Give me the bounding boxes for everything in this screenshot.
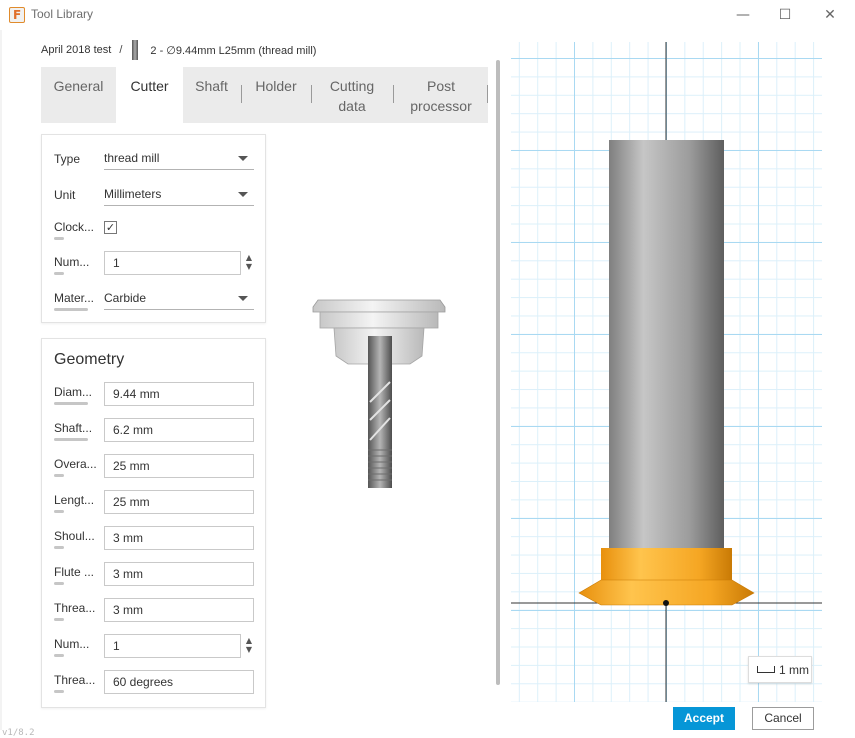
stepper-arrows-icon[interactable]: ▲ ▼ xyxy=(243,636,255,658)
chevron-down-icon xyxy=(238,192,248,197)
overall-length-label: Overa... xyxy=(54,457,97,477)
diameter-label: Diam... xyxy=(54,385,92,405)
thread-pitch-label: Threa... xyxy=(54,601,95,621)
chevron-down-icon xyxy=(238,156,248,161)
tab-divider xyxy=(487,85,488,103)
number-of-teeth-input[interactable]: 1 xyxy=(104,634,241,658)
accept-button[interactable]: Accept xyxy=(673,707,735,730)
shaft-diameter-label: Shaft... xyxy=(54,421,92,441)
length-below-holder-label: Lengt... xyxy=(54,493,94,513)
unit-value: Millimeters xyxy=(104,187,162,201)
clockwise-label: Clock... xyxy=(54,220,94,240)
thread-mill-icon xyxy=(132,40,139,60)
stepper-arrows-icon[interactable]: ▲ ▼ xyxy=(243,253,255,275)
shoulder-length-input[interactable]: 3 mm xyxy=(104,526,254,550)
title-bar: F Tool Library — ☐ ✕ xyxy=(0,0,855,30)
material-value: Carbide xyxy=(104,291,147,305)
shaft-diameter-input[interactable]: 6.2 mm xyxy=(104,418,254,442)
flute-length-input[interactable]: 3 mm xyxy=(104,562,254,586)
number-of-teeth-label: Num... xyxy=(54,637,89,657)
number-of-flutes-input[interactable]: 1 xyxy=(104,251,241,275)
shoulder-length-label: Shoul... xyxy=(54,529,95,549)
tab-holder[interactable]: Holder xyxy=(242,67,310,123)
flute-length-label: Flute ... xyxy=(54,565,94,585)
thread-profile-angle-input[interactable]: 60 degrees xyxy=(104,670,254,694)
tab-shaft[interactable]: Shaft xyxy=(183,67,240,123)
tool-3d-viewport[interactable] xyxy=(511,42,822,702)
geometry-title: Geometry xyxy=(54,351,125,368)
scale-ruler-icon xyxy=(757,666,775,673)
thread-profile-angle-label: Threa... xyxy=(54,673,95,693)
close-icon[interactable]: ✕ xyxy=(815,4,845,26)
tab-general[interactable]: General xyxy=(41,67,116,123)
minimize-icon[interactable]: — xyxy=(728,4,758,26)
type-dropdown[interactable]: thread mill xyxy=(104,148,254,170)
cutter-panel: Type thread mill Unit Millimeters Clock.… xyxy=(41,134,266,323)
length-below-holder-input[interactable]: 25 mm xyxy=(104,490,254,514)
tool-preview-image xyxy=(300,290,460,500)
fusion-app-icon: F xyxy=(9,7,25,23)
chevron-down-icon xyxy=(238,296,248,301)
number-of-flutes-label: Num... xyxy=(54,255,89,275)
tab-bar: General Cutter Shaft Holder Cutting data… xyxy=(41,67,488,123)
geometry-panel: Geometry Diam... 9.44 mm Shaft... 6.2 mm… xyxy=(41,338,266,708)
type-label: Type xyxy=(54,152,81,166)
breadcrumb-tool: 2 - ∅9.44mm L25mm (thread mill) xyxy=(150,44,317,57)
overall-length-input[interactable]: 25 mm xyxy=(104,454,254,478)
tab-post-processor[interactable]: Post processor xyxy=(394,67,488,123)
breadcrumb-library[interactable]: April 2018 test xyxy=(41,44,111,56)
cancel-button[interactable]: Cancel xyxy=(752,707,814,730)
scale-indicator: 1 mm xyxy=(748,656,812,683)
version-label: v1/8.2 xyxy=(2,728,35,738)
material-label: Mater... xyxy=(54,291,94,311)
tab-cutter[interactable]: Cutter xyxy=(116,67,183,123)
clockwise-checkbox[interactable]: ✓ xyxy=(104,221,117,234)
breadcrumb: April 2018 test / 2 - ∅9.44mm L25mm (thr… xyxy=(41,40,316,60)
thread-pitch-input[interactable]: 3 mm xyxy=(104,598,254,622)
window-edge xyxy=(0,30,2,730)
breadcrumb-separator: / xyxy=(119,44,123,56)
material-dropdown[interactable]: Carbide xyxy=(104,288,254,310)
type-value: thread mill xyxy=(104,151,160,165)
diameter-input[interactable]: 9.44 mm xyxy=(104,382,254,406)
tab-cutting-data[interactable]: Cutting data xyxy=(312,67,392,123)
window-title: Tool Library xyxy=(31,7,94,21)
unit-dropdown[interactable]: Millimeters xyxy=(104,184,254,206)
maximize-icon[interactable]: ☐ xyxy=(770,4,800,26)
unit-label: Unit xyxy=(54,188,76,202)
scrollbar[interactable] xyxy=(496,60,500,685)
